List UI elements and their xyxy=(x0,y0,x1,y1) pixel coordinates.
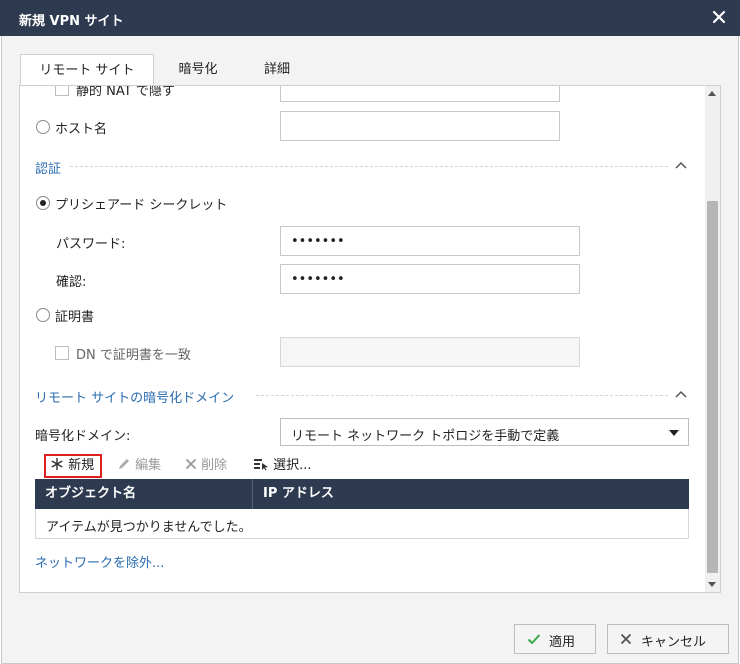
exclude-network-link[interactable]: ネットワークを除外... xyxy=(35,552,164,571)
auth-divider xyxy=(70,166,668,167)
tab-encryption[interactable]: 暗号化 xyxy=(160,54,236,86)
select-list-icon xyxy=(254,459,268,471)
static-nat-label: 静的 NAT で隠す xyxy=(76,85,175,99)
panel-scrollbar[interactable] xyxy=(705,86,720,592)
tab-label: リモート サイト xyxy=(39,63,135,78)
static-nat-field[interactable] xyxy=(280,86,560,102)
tab-advanced[interactable]: 詳細 xyxy=(244,54,310,86)
apply-button-label: 適用 xyxy=(549,635,576,650)
window-title: 新規 VPN サイト xyxy=(19,14,124,29)
tab-label: 詳細 xyxy=(263,62,290,77)
hostname-radio[interactable] xyxy=(36,120,50,134)
new-button[interactable]: 新規 xyxy=(44,454,103,478)
psk-label: プリシェアード シークレット xyxy=(55,198,228,213)
select-button[interactable]: 選択... xyxy=(253,454,312,478)
password-label: パスワード: xyxy=(56,237,126,252)
hostname-field[interactable] xyxy=(280,111,560,141)
domain-label: 暗号化ドメイン: xyxy=(35,429,131,444)
domain-section-title: リモート サイトの暗号化ドメイン xyxy=(35,391,235,406)
scroll-up-icon[interactable] xyxy=(708,91,716,96)
title-bar: 新規 VPN サイト xyxy=(0,0,740,36)
certificate-label: 証明書 xyxy=(55,310,95,325)
edit-button[interactable]: 編集 xyxy=(117,454,161,478)
check-icon xyxy=(527,634,541,645)
objects-table-body: アイテムが見つかりませんでした。 xyxy=(35,509,689,539)
column-object-name[interactable]: オブジェクト名 xyxy=(35,479,252,509)
password-field[interactable] xyxy=(280,226,580,256)
confirm-label: 確認: xyxy=(56,275,87,290)
tab-label: 暗号化 xyxy=(178,62,218,77)
asterisk-icon xyxy=(51,458,63,470)
dn-match-label: DN で証明書を一致 xyxy=(76,348,191,363)
pencil-icon xyxy=(119,459,129,469)
psk-radio[interactable] xyxy=(36,196,50,210)
tab-remote-site[interactable]: リモート サイト xyxy=(20,54,154,86)
tab-panel: 静的 NAT で隠す ホスト名 認証 プリシェアード シークレット パスワード:… xyxy=(19,85,721,593)
hostname-label: ホスト名 xyxy=(55,122,108,137)
x-icon xyxy=(620,633,632,645)
scroll-down-icon[interactable] xyxy=(708,582,716,587)
cancel-button[interactable]: キャンセル xyxy=(607,624,729,654)
apply-button[interactable]: 適用 xyxy=(514,624,596,654)
auth-section-title: 認証 xyxy=(35,162,62,177)
confirm-password-field[interactable] xyxy=(280,264,580,294)
column-ip-address[interactable]: IP アドレス xyxy=(253,479,689,509)
encryption-domain-select[interactable]: リモート ネットワーク トポロジを手動で定義 xyxy=(280,418,689,446)
dn-match-field[interactable] xyxy=(280,337,580,367)
x-icon xyxy=(185,458,197,470)
static-nat-checkbox[interactable] xyxy=(55,86,69,96)
new-button-label: 新規 xyxy=(68,458,95,473)
cancel-button-label: キャンセル xyxy=(641,635,707,650)
scroll-thumb[interactable] xyxy=(707,201,718,573)
chevron-up-icon[interactable] xyxy=(675,389,687,399)
domain-divider xyxy=(256,395,668,396)
empty-table-message: アイテムが見つかりませんでした。 xyxy=(46,520,252,535)
chevron-down-icon xyxy=(669,430,679,436)
dn-match-checkbox[interactable] xyxy=(55,346,69,360)
delete-button-label: 削除 xyxy=(201,458,228,473)
encryption-domain-value: リモート ネットワーク トポロジを手動で定義 xyxy=(291,429,560,444)
delete-button[interactable]: 削除 xyxy=(185,454,227,478)
select-button-label: 選択... xyxy=(273,458,312,473)
chevron-up-icon[interactable] xyxy=(675,160,687,170)
close-icon[interactable] xyxy=(708,6,730,28)
certificate-radio[interactable] xyxy=(36,308,50,322)
objects-table-header: オブジェクト名 IP アドレス xyxy=(35,479,689,509)
edit-button-label: 編集 xyxy=(135,458,162,473)
